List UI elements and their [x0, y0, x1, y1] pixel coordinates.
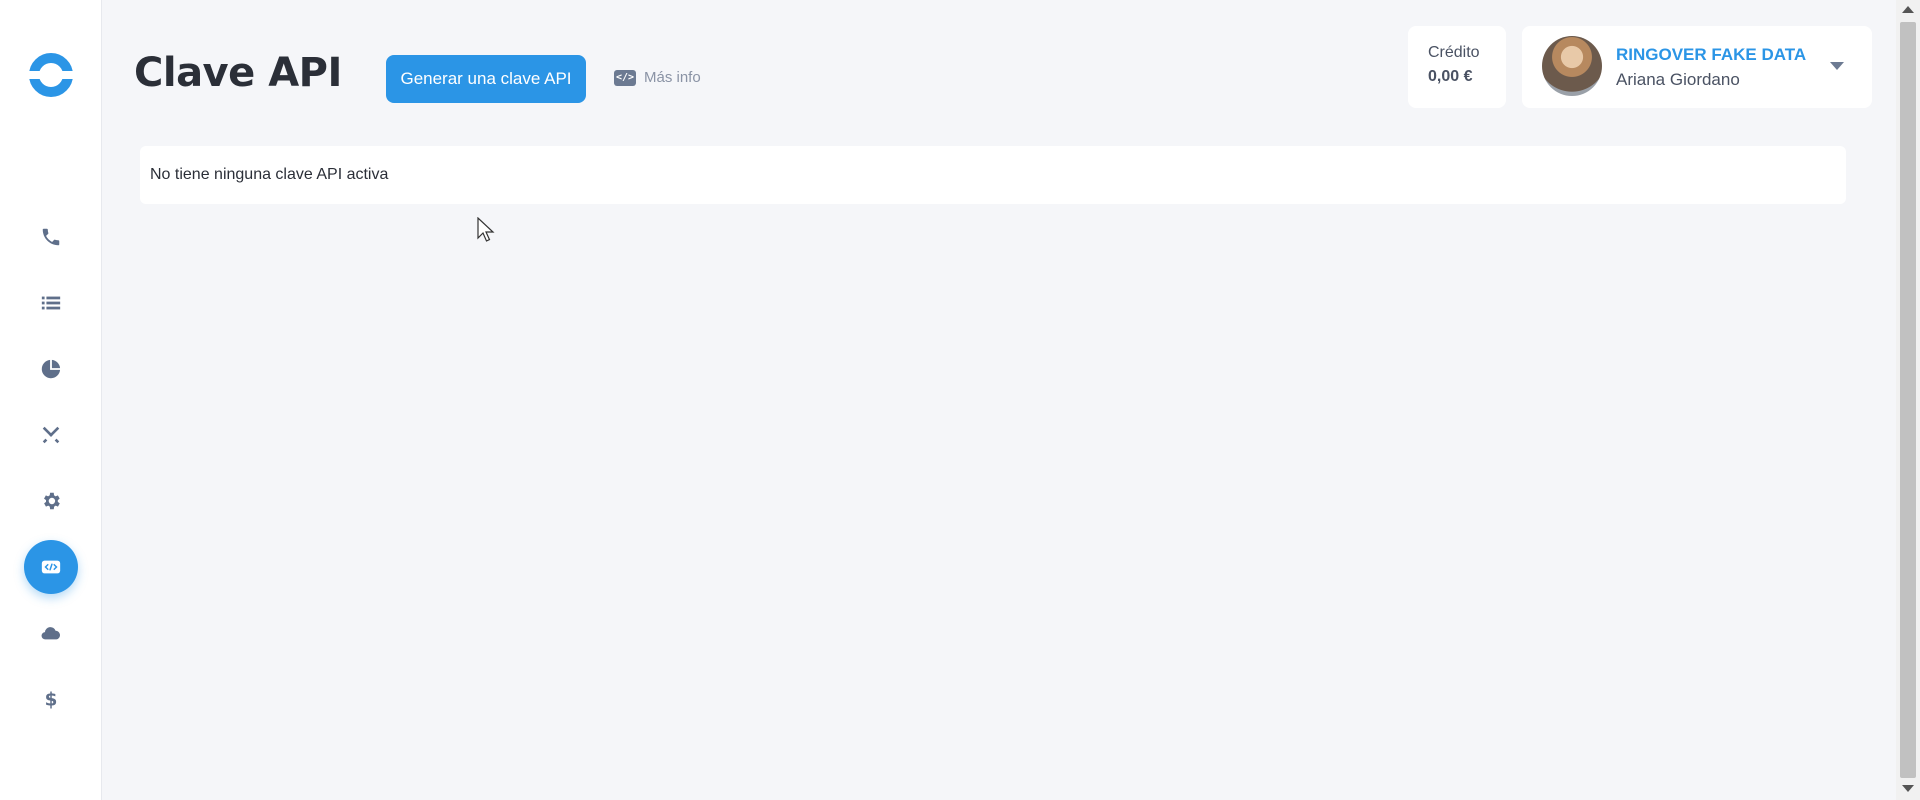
- code-icon: [41, 560, 61, 574]
- organization-name: RINGOVER FAKE DATA: [1616, 45, 1807, 64]
- svg-text:$: $: [45, 689, 58, 710]
- sidebar-item-api[interactable]: [24, 540, 78, 594]
- credit-value: 0,00 €: [1428, 68, 1473, 85]
- scroll-down-arrow-icon[interactable]: [1902, 785, 1914, 792]
- sidebar-item-settings[interactable]: [24, 474, 78, 528]
- scroll-up-arrow-icon[interactable]: [1902, 6, 1914, 13]
- gear-icon: [44, 492, 60, 510]
- scrollbar[interactable]: [1896, 0, 1920, 800]
- sidebar-item-call-log[interactable]: [24, 276, 78, 330]
- empty-message: No tiene ninguna clave API activa: [150, 166, 389, 183]
- user-menu[interactable]: RINGOVER FAKE DATA Ariana Giordano: [1522, 26, 1872, 108]
- scroll-thumb[interactable]: [1900, 22, 1916, 778]
- cloud-icon: [41, 627, 61, 640]
- api-keys-empty-state: No tiene ninguna clave API activa: [140, 146, 1846, 204]
- more-info-link[interactable]: </> Más info: [614, 69, 701, 86]
- sidebar-item-calls[interactable]: [24, 210, 78, 264]
- sidebar-item-cloud[interactable]: [24, 606, 78, 660]
- mouse-cursor-icon: [477, 217, 495, 242]
- dollar-icon: $: [45, 689, 58, 710]
- sidebar-item-statistics[interactable]: [24, 342, 78, 396]
- credit-card: Crédito 0,00 €: [1408, 26, 1506, 108]
- sidebar-item-integrations[interactable]: [24, 408, 78, 462]
- sidebar: $: [0, 0, 102, 800]
- tools-icon: [42, 426, 60, 444]
- sidebar-item-billing[interactable]: $: [24, 672, 78, 726]
- page-title: Clave API: [134, 50, 342, 96]
- ringover-logo[interactable]: [28, 52, 74, 98]
- credit-label: Crédito: [1428, 44, 1480, 61]
- chevron-down-icon[interactable]: [1830, 62, 1844, 70]
- main-content: Clave API Generar una clave API </> Más …: [102, 0, 1896, 800]
- user-name: Ariana Giordano: [1616, 70, 1740, 89]
- generate-api-key-button[interactable]: Generar una clave API: [386, 55, 586, 103]
- phone-icon: [42, 228, 60, 246]
- avatar: [1542, 36, 1602, 96]
- list-icon: [41, 296, 61, 310]
- pie-chart-icon: [41, 359, 61, 379]
- code-icon: </>: [614, 69, 636, 86]
- more-info-label: Más info: [644, 69, 701, 86]
